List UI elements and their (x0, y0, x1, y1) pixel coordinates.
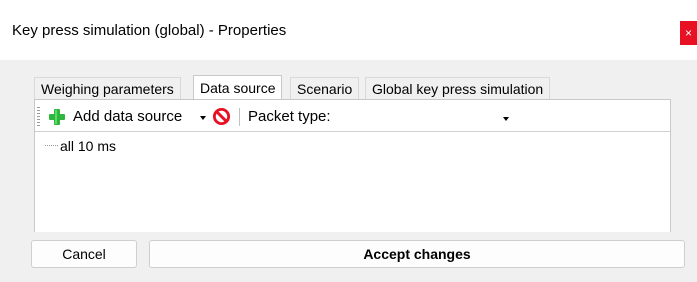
tree-connector (45, 145, 59, 146)
data-source-tree[interactable] (35, 131, 670, 232)
toolbar-separator (239, 108, 240, 126)
window-title: Key press simulation (global) - Properti… (12, 22, 287, 39)
window-titlebar: Key press simulation (global) - Properti… (0, 0, 697, 60)
tab-global-key-press-simulation[interactable]: Global key press simulation (365, 77, 551, 99)
cancel-button[interactable]: Cancel (31, 240, 137, 268)
packet-type-label: Packet type: (248, 108, 331, 125)
accept-changes-button[interactable]: Accept changes (149, 240, 685, 268)
tab-weighing-parameters[interactable]: Weighing parameters (34, 77, 181, 99)
chevron-down-icon[interactable] (200, 116, 206, 120)
toolbar-grip[interactable] (37, 107, 40, 127)
close-button[interactable]: × (680, 21, 697, 45)
add-data-source-button[interactable]: Add data source (73, 107, 182, 127)
tree-item[interactable]: all 10 ms (60, 137, 116, 155)
chevron-down-icon[interactable] (503, 117, 509, 121)
prohibit-icon[interactable] (212, 107, 231, 126)
tab-data-source[interactable]: Data source (193, 75, 283, 100)
tab-scenario[interactable]: Scenario (290, 77, 360, 99)
plus-icon[interactable] (48, 108, 66, 126)
